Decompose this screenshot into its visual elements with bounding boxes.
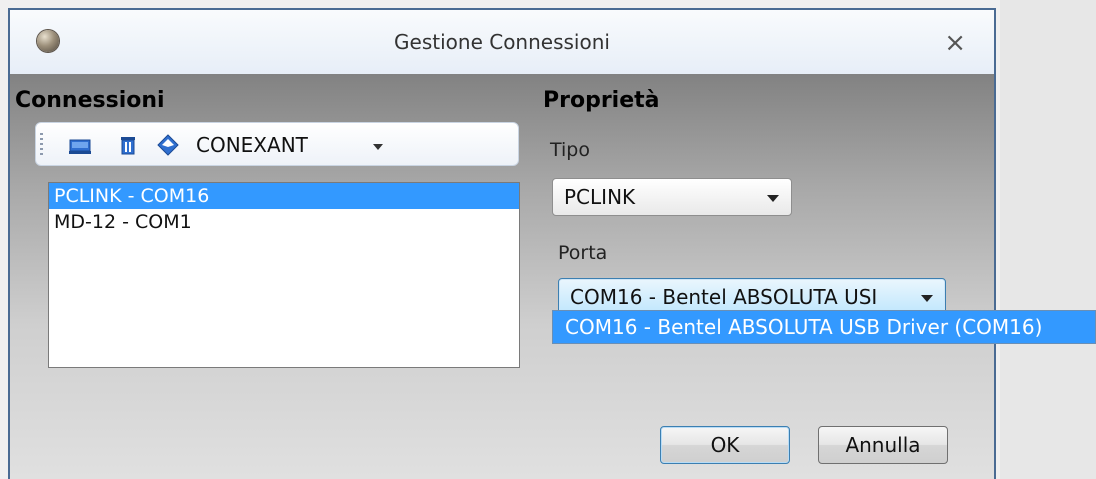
connections-heading: Connessioni [15,88,165,113]
tipo-select-value: PCLINK [564,185,636,209]
connections-toolbar: CONEXANT [35,122,519,166]
list-item[interactable]: MD-12 - COM1 [49,209,519,235]
porta-label: Porta [558,242,608,264]
properties-heading: Proprietà [543,88,660,113]
tipo-select[interactable]: PCLINK [552,178,792,216]
tipo-label: Tipo [550,139,590,161]
modem-select-value[interactable]: CONEXANT [196,133,308,157]
monitor-icon[interactable] [68,133,92,157]
window-title: Gestione Connessioni [394,30,610,54]
close-button[interactable]: × [944,28,966,58]
diamond-icon[interactable] [156,133,180,157]
porta-dropdown-option[interactable]: COM16 - Bentel ABSOLUTA USB Driver (COM1… [552,310,1096,344]
chevron-down-icon [767,195,779,202]
connections-list[interactable]: PCLINK - COM16 MD-12 - COM1 [48,182,520,368]
chevron-down-icon [921,295,933,302]
ok-button[interactable]: OK [660,426,790,464]
toolbar-grip[interactable] [40,133,43,157]
connection-manager-window: Gestione Connessioni × Connessioni CONEX… [8,8,996,479]
modem-dropdown-arrow-icon[interactable] [373,144,383,150]
desktop-background [1000,0,1096,479]
trash-icon[interactable] [116,133,140,157]
dialog-body: Connessioni CONEXANT PCLINK - COM16 MD-1… [10,74,994,479]
cancel-button[interactable]: Annulla [818,426,948,464]
title-bar[interactable]: Gestione Connessioni × [10,10,994,74]
list-item[interactable]: PCLINK - COM16 [49,183,519,209]
